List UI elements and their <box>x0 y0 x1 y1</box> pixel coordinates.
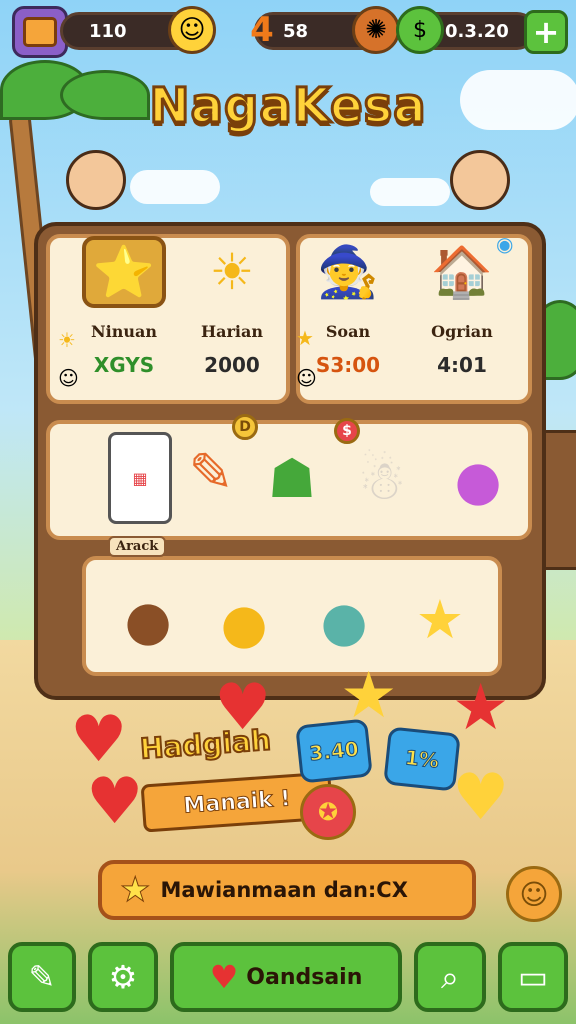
item-value: 2000 <box>204 353 260 377</box>
item-label: Soan <box>325 322 371 341</box>
mascot-icon: ☺ <box>506 866 562 922</box>
villager-right <box>450 150 510 210</box>
star-decoration: ★ <box>452 671 510 745</box>
green-monster-item[interactable]: ☗ <box>254 436 330 520</box>
nav-center-button[interactable]: ♥ Oandsain <box>170 942 402 1012</box>
shaman-icon: 🧙 <box>316 242 380 301</box>
nav-search-button[interactable]: ⌕ <box>414 942 486 1012</box>
shop-item-ogrian[interactable]: 🏠 Ogrian 4:01 <box>420 236 504 378</box>
house-icon: 🏠 <box>430 242 494 301</box>
shop-item-harian[interactable]: ☀ Harian 2000 <box>190 236 274 377</box>
reward-medal-icon: ✪ <box>300 784 356 840</box>
brown-bear-item[interactable]: ● <box>112 578 184 662</box>
purple-blob-item[interactable]: ● <box>440 440 516 520</box>
nav-menu-button[interactable]: ▭ <box>498 942 568 1012</box>
smiley-coin-icon: ☺ <box>168 6 216 54</box>
chest-icon <box>23 17 57 47</box>
heart-icon: ♥ <box>209 958 239 996</box>
currency2-value: 58 <box>283 20 309 42</box>
teal-monster-item[interactable]: ● <box>306 580 382 662</box>
nav-center-label: Oandsain <box>246 964 363 990</box>
cta-label: Mawianmaan dan:CX <box>160 878 408 902</box>
yellow-dog-item[interactable]: ● <box>208 584 280 662</box>
item-value: XGYS <box>93 353 155 377</box>
star-sticker-icon: ⭐ <box>82 236 166 308</box>
villager-left <box>66 150 126 210</box>
mini-sun-icon: ☀ <box>58 328 76 352</box>
mini-star-icon: ★ <box>296 326 314 350</box>
search-icon: ⌕ <box>441 957 459 996</box>
shop-item-soan[interactable]: 🧙 Soan S3:00 <box>306 236 390 378</box>
price-tag-2[interactable]: 1% <box>383 726 461 792</box>
heart-decoration: ♥ <box>70 703 128 777</box>
mini-face-icon: ☺ <box>58 366 79 390</box>
coin-marker: $ <box>334 418 360 444</box>
nav-tools-button[interactable]: ✎ <box>8 942 76 1012</box>
game-title: NagaKesa <box>148 77 427 136</box>
play-cta-button[interactable]: ★ Mawianmaan dan:CX <box>98 860 476 920</box>
gear-icon: ⚙ <box>108 958 138 996</box>
mini-face-icon: ☺ <box>296 366 317 390</box>
currency1-value: 110 <box>89 20 127 42</box>
candy-stick-item[interactable]: ✎ <box>180 441 242 504</box>
sun-icon: ☀ <box>209 243 255 301</box>
white-creature-item[interactable]: ☃ <box>346 440 418 520</box>
card-pack-item[interactable]: ▦ <box>108 432 172 524</box>
add-currency-button[interactable]: + <box>524 10 568 54</box>
wrench-icon: ✎ <box>28 958 56 996</box>
bolt-icon: 4 <box>250 10 274 50</box>
section-label: Arack <box>108 536 167 557</box>
item-value: S3:00 <box>315 353 381 377</box>
coin-marker: D <box>232 414 258 440</box>
currency3-value: 0.3.20 <box>445 20 509 42</box>
info-badge-icon[interactable]: ◉ <box>496 232 513 256</box>
nav-settings-button[interactable]: ⚙ <box>88 942 158 1012</box>
cloud <box>130 170 220 204</box>
item-label: Ninuan <box>91 322 157 341</box>
star-cart-item[interactable]: ★ <box>400 578 480 660</box>
cloud <box>370 178 450 206</box>
panel-icon: ▭ <box>517 958 549 996</box>
heart-decoration: ♥ <box>452 761 510 835</box>
star-decoration: ★ <box>340 659 398 733</box>
price-tag-1[interactable]: 3.40 <box>295 718 373 784</box>
heart-decoration: ♥ <box>86 765 144 839</box>
star-icon: ★ <box>119 870 151 911</box>
item-label: Ogrian <box>431 322 493 341</box>
item-label: Harian <box>201 322 263 341</box>
cash-icon: $ <box>396 6 444 54</box>
top-bar: 110 ☺ 58 4 ✺ 0.3.20 $ + <box>0 0 576 64</box>
gear-coin-icon: ✺ <box>352 6 400 54</box>
item-value: 4:01 <box>437 353 487 377</box>
shop-item-ninuan[interactable]: ⭐ Ninuan XGYS <box>82 236 166 377</box>
